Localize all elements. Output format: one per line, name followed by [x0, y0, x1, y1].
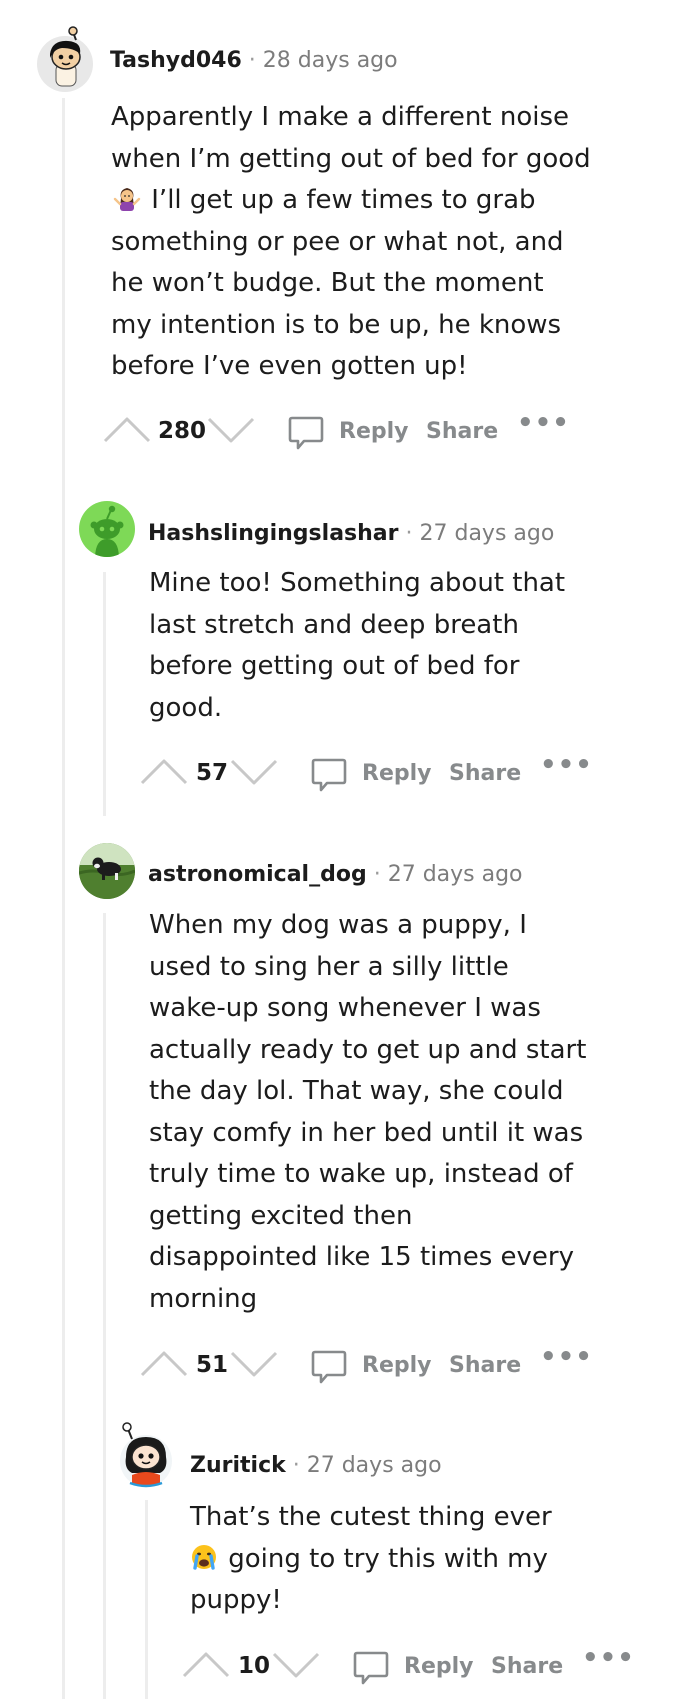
- comment-actions: 10 Reply Share •••: [181, 1643, 641, 1689]
- avatar-tashyd046[interactable]: [36, 24, 94, 92]
- comment-meta: Zuritick · 27 days ago: [190, 1453, 442, 1478]
- vote-score: 57: [196, 760, 229, 786]
- comment-actions: 280 Reply Share •••: [102, 408, 569, 454]
- share-button[interactable]: Share: [491, 1654, 563, 1679]
- comment-actions: 57 Reply Share •••: [139, 750, 599, 796]
- vote-score: 280: [158, 418, 207, 444]
- comment-meta: Hashslingingslashar · 27 days ago: [148, 521, 554, 546]
- comment-meta: Tashyd046 · 28 days ago: [110, 48, 398, 73]
- avatar-zuritick[interactable]: [116, 1417, 174, 1489]
- share-button[interactable]: Share: [449, 761, 521, 786]
- meta-separator: ·: [405, 521, 413, 546]
- crying-face-emoji: [192, 1544, 216, 1570]
- comment-meta: astronomical_dog · 27 days ago: [148, 862, 523, 887]
- reply-comment-icon[interactable]: [310, 756, 348, 794]
- comment-body: Mine too! Something about that last stre…: [149, 568, 566, 723]
- timestamp[interactable]: 27 days ago: [420, 521, 555, 546]
- meta-separator: ·: [292, 1453, 300, 1478]
- downvote-icon[interactable]: [229, 1344, 279, 1380]
- woman-shrugging-emoji: [113, 188, 141, 211]
- reply-button[interactable]: Reply: [362, 1353, 432, 1378]
- reply-button[interactable]: Reply: [339, 419, 409, 444]
- timestamp[interactable]: 27 days ago: [307, 1453, 442, 1478]
- reply-comment-icon[interactable]: [352, 1649, 390, 1687]
- avatar-astronomical-dog[interactable]: [79, 843, 135, 899]
- share-button[interactable]: Share: [426, 419, 498, 444]
- thread-line-2[interactable]: [103, 572, 106, 816]
- comment-actions: 51 Reply Share •••: [139, 1342, 599, 1388]
- comment-body: When my dog was a puppy, I used to sing …: [149, 910, 587, 1314]
- thread-line-1[interactable]: [62, 98, 65, 1699]
- upvote-icon[interactable]: [102, 410, 152, 446]
- more-options-button[interactable]: •••: [517, 408, 570, 438]
- upvote-icon[interactable]: [139, 752, 189, 788]
- author-name[interactable]: astronomical_dog: [148, 862, 367, 887]
- reply-comment-icon[interactable]: [287, 414, 325, 452]
- timestamp[interactable]: 27 days ago: [388, 862, 523, 887]
- more-options-button[interactable]: •••: [540, 750, 593, 780]
- vote-score: 10: [238, 1653, 271, 1679]
- thread-line-3[interactable]: [103, 913, 106, 1699]
- reply-comment-icon[interactable]: [310, 1348, 348, 1386]
- avatar-hashslingingslashar[interactable]: [79, 501, 135, 557]
- comment-body: That’s the cutest thing ever going to tr…: [190, 1502, 552, 1615]
- more-options-button[interactable]: •••: [540, 1342, 593, 1372]
- author-name[interactable]: Tashyd046: [110, 48, 242, 73]
- reply-button[interactable]: Reply: [362, 761, 432, 786]
- comment-body: Apparently I make a different noise when…: [111, 102, 591, 381]
- meta-separator: ·: [373, 862, 381, 887]
- downvote-icon[interactable]: [206, 410, 256, 446]
- meta-separator: ·: [248, 48, 256, 73]
- thread-line-4[interactable]: [145, 1500, 148, 1699]
- vote-score: 51: [196, 1352, 229, 1378]
- share-button[interactable]: Share: [449, 1353, 521, 1378]
- reply-button[interactable]: Reply: [404, 1654, 474, 1679]
- upvote-icon[interactable]: [139, 1344, 189, 1380]
- upvote-icon[interactable]: [181, 1645, 231, 1681]
- author-name[interactable]: Zuritick: [190, 1453, 286, 1478]
- author-name[interactable]: Hashslingingslashar: [148, 521, 399, 546]
- downvote-icon[interactable]: [271, 1645, 321, 1681]
- downvote-icon[interactable]: [229, 752, 279, 788]
- timestamp[interactable]: 28 days ago: [263, 48, 398, 73]
- more-options-button[interactable]: •••: [582, 1643, 635, 1673]
